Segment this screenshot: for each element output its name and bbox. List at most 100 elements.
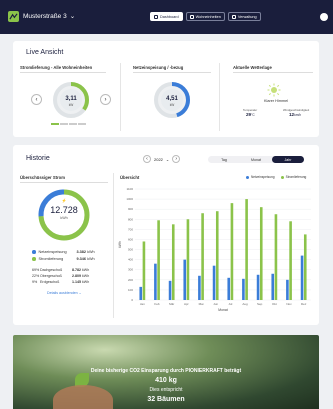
bar-netzeinspeisung-nov [286,279,289,300]
wind-unit: km/h [294,113,302,117]
y-tick-label: 300 [128,268,133,272]
period-tag[interactable]: Tag [208,156,240,163]
period-toggle: Tag Monat Jahr [208,156,304,163]
y-tick-label: 600 [128,237,133,241]
floor-unit: kWh [82,274,90,278]
next-year-button[interactable]: › [172,155,181,163]
overview-bar-chart: 0 100 200 300 400 500 600 700 800 900 1000 1100 kWh J… [118,187,311,312]
y-tick-label: 400 [128,258,133,262]
legend-label: Netzeinspeisung [38,250,67,254]
project-name: Musterstraße 3 [23,13,67,20]
co2-line3: Dies entspricht [149,387,183,393]
stromlieferung-label: Stromlieferung - Alle Wohneinheiten [20,65,93,70]
floor-row: 69% Dachgeschoß 8.782 kWh [32,268,89,272]
user-avatar-button[interactable] [320,13,328,21]
y-axis-label: kWh [118,241,122,248]
co2-line1: Deine bisherige CO2 Einsparung durch PIO… [90,368,242,374]
x-tick-label: Mai [199,302,204,306]
legend-value: 3.382 [76,250,87,254]
bar-netzeinspeisung-okt [271,273,275,300]
bar-stromlieferung-jun [215,211,219,300]
bar-stromlieferung-dez [303,234,307,300]
bar-netzeinspeisung-mai [198,275,201,300]
prev-year-button[interactable]: ‹ [143,155,151,163]
lightning-icon: ⚡ [61,198,67,203]
bar-stromlieferung-nov [289,221,292,300]
year-selector[interactable]: ‹ 2022 ⌄ › [143,155,181,163]
netz-value: 4,51 [166,96,178,102]
indicator-segment [78,123,86,125]
legend-dot [32,250,36,254]
divider [120,63,121,131]
summary-total: 12.728 [50,205,78,215]
co2-amount: 410 kg [155,377,177,384]
bar-stromlieferung-feb [157,220,160,300]
y-tick-label: 0 [131,298,133,302]
summary-title: Überschüssiger Strom [20,175,65,180]
tab-verwaltung[interactable]: Verwaltung [227,12,261,21]
bar-netzeinspeisung-feb [154,263,157,300]
period-jahr[interactable]: Jahr [272,156,304,163]
bar-netzeinspeisung-dez [300,255,304,300]
chevron-down-icon: ⌄ [78,291,82,295]
indicator-segment [69,123,77,125]
indicator-segment [60,123,68,125]
divider [133,72,211,73]
bar-stromlieferung-jul [230,203,234,300]
bar-netzeinspeisung-apr [183,259,187,300]
bar-netzeinspeisung-jan [139,286,143,300]
y-tick-label: 200 [128,278,133,282]
details-link-label: Details ausblenden [47,291,78,295]
x-tick-label: Mär [169,302,174,306]
divider [113,173,114,318]
legend-dot [32,257,36,261]
co2-savings-banner: Deine bisherige CO2 Einsparung durch PIO… [13,335,319,409]
chevron-down-icon: ⌄ [69,13,76,20]
live-view-title: Live Ansicht [26,49,64,56]
legend-dot [246,175,249,179]
legend-dot [280,175,284,179]
history-card: Historie ‹ 2022 ⌄ › Tag Monat Jahr Übers… [13,145,319,325]
indicator-segment [51,123,59,125]
floor-value: 1.145 [72,280,81,284]
tab-label: Dashboard [160,14,179,19]
bar-stromlieferung-okt [274,214,278,300]
floor-value: 2.809 [72,274,81,278]
period-monat[interactable]: Monat [240,156,272,163]
top-navigation-bar: Musterstraße 3 ⌄ Dashboard Wohneinheiten… [0,0,333,34]
netz-unit: kW [169,103,175,107]
floor-value: 8.782 [72,268,81,272]
tab-wohneinheiten[interactable]: Wohneinheiten [185,12,225,21]
legend-label: Stromlieferung [38,257,64,261]
tab-dashboard[interactable]: Dashboard [150,12,183,21]
x-tick-label: Apr [184,302,189,306]
sun-icon [267,83,281,97]
y-tick-label: 700 [128,227,133,231]
floor-unit: kWh [82,280,90,284]
y-tick-label: 500 [128,248,133,252]
dashboard-icon [154,14,158,19]
next-arrow-button[interactable]: › [100,94,111,105]
project-selector[interactable]: Musterstraße 3 ⌄ [23,11,75,22]
app-logo-icon[interactable] [8,11,19,22]
unit-indicator-strip [51,123,86,125]
legend-label: Netzeinspeisung [251,175,275,179]
floor-row: 22% Obergeschoß 2.809 kWh [32,274,89,278]
floor-label: Erdgeschoß [40,280,60,284]
details-toggle-link[interactable]: Details ausblenden ⌄ [47,291,82,295]
legend-label: Stromlieferung [285,175,307,179]
bar-netzeinspeisung-aug [242,278,245,300]
stromlieferung-unit: kW [68,103,74,107]
bar-netzeinspeisung-sep [256,274,260,300]
floor-pct: 22% [32,274,40,278]
y-tick-label: 1100 [127,187,134,191]
co2-trees: 32 Bäumen [147,396,185,403]
previous-arrow-button[interactable]: ‹ [31,94,42,105]
x-tick-label: Aug [242,302,248,306]
settings-icon [231,14,236,19]
divider [20,72,106,73]
legend-value: 9.346 [76,257,87,261]
weather-condition: Klarer Himmel [263,99,289,103]
y-tick-label: 900 [128,207,133,211]
y-tick-label: 800 [128,217,133,221]
